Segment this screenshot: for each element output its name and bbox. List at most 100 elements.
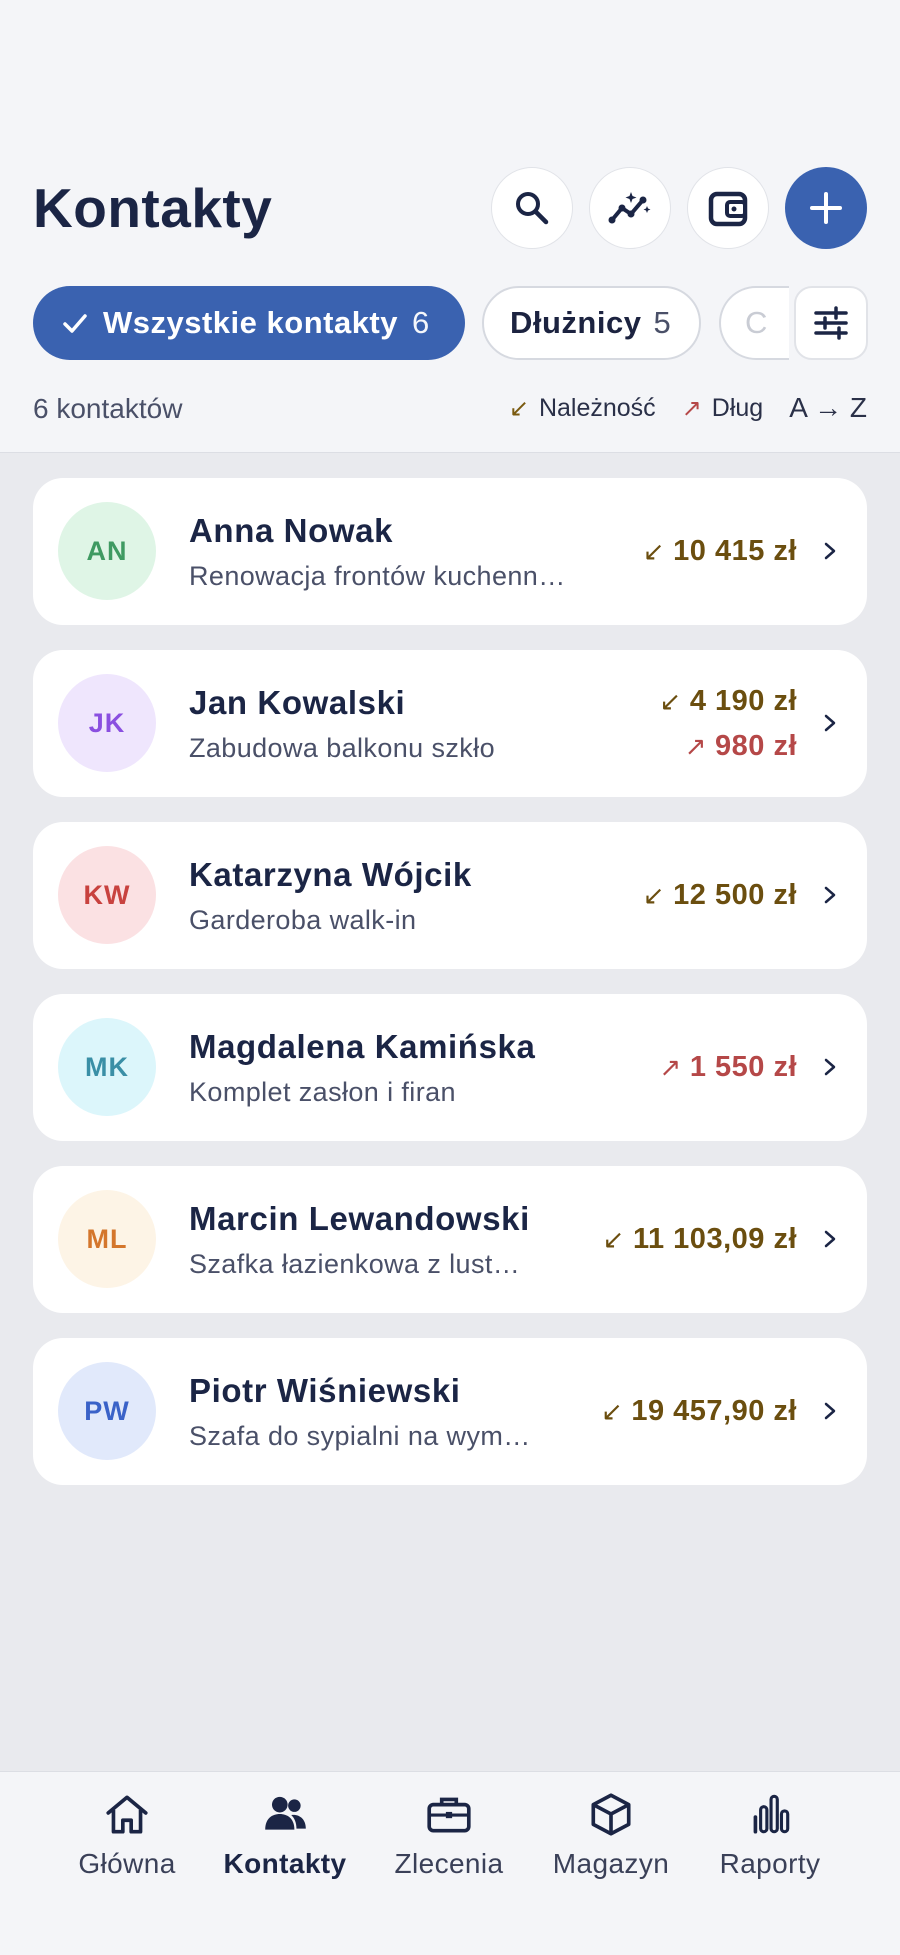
people-icon xyxy=(265,1796,306,1830)
contact-name: Anna Nowak xyxy=(189,512,394,549)
debt-arrow-icon: ↗ xyxy=(684,730,707,761)
contact-card[interactable]: AN Anna Nowak Renowacja frontów kuchenn… ↙ 1… xyxy=(33,478,867,625)
filter-chip-debtors-label: Dłużnicy xyxy=(510,305,642,340)
receivable-arrow-icon: ↙ xyxy=(601,1396,624,1426)
avatar: JK xyxy=(58,674,156,772)
home-icon xyxy=(106,1795,148,1834)
contact-description: Komplet zasłon i firan xyxy=(189,1077,456,1107)
chevron-right-icon xyxy=(824,1402,836,1420)
legend-debt-label: Dług xyxy=(711,393,764,422)
receivable-arrow-icon: ↙ xyxy=(659,685,682,716)
contact-card[interactable]: ML Marcin Lewandowski Szafka łazienkowa z … xyxy=(33,1166,867,1313)
chevron-right-icon xyxy=(824,542,836,560)
amount-value: 980 zł xyxy=(715,729,797,762)
sort-toggle[interactable]: A → Z xyxy=(789,392,867,424)
contact-card[interactable]: JK Jan Kowalski Zabudowa balkonu szkło ↙ 4 1… xyxy=(33,650,867,797)
receivable-amount: ↙ 12 500 zł xyxy=(643,873,797,918)
debt-arrow-icon: ↗ xyxy=(659,1052,682,1082)
amount-value: 19 457,90 zł xyxy=(631,1395,797,1427)
nav-label: Główna xyxy=(78,1848,176,1879)
receivable-arrow-icon: ↙ xyxy=(602,1224,625,1254)
contact-balance: ↙ 10 415 zł xyxy=(643,478,797,625)
briefcase-icon xyxy=(427,1797,471,1833)
chevron-right-icon xyxy=(824,886,836,904)
nav-label: Kontakty xyxy=(223,1848,347,1879)
sliders-icon xyxy=(814,306,848,340)
wallet-icon xyxy=(708,191,748,227)
insights-button[interactable] xyxy=(589,167,671,249)
contact-balance: ↙ 11 103,09 zł xyxy=(603,1166,797,1313)
avatar: PW xyxy=(58,1362,156,1460)
legend-receivable: ↙ Należność xyxy=(509,394,656,423)
nav-item-kontakty[interactable]: Kontakty xyxy=(205,1790,365,1880)
amount-value: 12 500 zł xyxy=(673,879,797,911)
filter-chip-all[interactable]: Wszystkie kontakty 6 xyxy=(33,286,465,360)
bottom-navigation: Główna Kontakty Zlecenia Magazyn Raporty xyxy=(0,1771,900,1955)
contact-name: Magdalena Kamińska xyxy=(189,1028,536,1065)
wallet-button[interactable] xyxy=(687,167,769,249)
check-icon xyxy=(63,314,87,333)
box-icon xyxy=(591,1793,631,1836)
filter-chip-all-count: 6 xyxy=(412,305,430,340)
contact-description: Renowacja frontów kuchenn… xyxy=(189,561,566,591)
plus-icon xyxy=(810,192,842,224)
filter-settings-button[interactable] xyxy=(794,286,868,360)
contacts-count: 6 kontaktów xyxy=(33,393,183,424)
sort-label: A → Z xyxy=(789,392,867,423)
debt-arrow-icon: ↗ xyxy=(681,394,702,422)
receivable-amount: ↙ 19 457,90 zł xyxy=(601,1389,797,1434)
filter-chip-all-label: Wszystkie kontakty xyxy=(103,305,398,340)
contact-name: Jan Kowalski xyxy=(189,684,406,721)
legend-receivable-label: Należność xyxy=(538,393,656,422)
contact-description: Zabudowa balkonu szkło xyxy=(189,733,495,763)
avatar: ML xyxy=(58,1190,156,1288)
receivable-arrow-icon: ↙ xyxy=(642,880,666,910)
contact-list: AN Anna Nowak Renowacja frontów kuchenn… ↙ 1… xyxy=(33,478,867,1510)
contact-card[interactable]: KW Katarzyna Wójcik Garderoba walk-in ↙ 12 5… xyxy=(33,822,867,969)
filter-chip-debtors-count: 5 xyxy=(653,305,671,340)
amount-value: 11 103,09 zł xyxy=(632,1223,797,1255)
receivable-amount: ↙ 11 103,09 zł xyxy=(603,1217,797,1262)
contact-balance: ↙ 19 457,90 zł xyxy=(601,1338,797,1485)
contact-balance: ↙ 12 500 zł xyxy=(643,822,797,969)
nav-label: Magazyn xyxy=(552,1848,670,1879)
filter-chip-partial-label: C xyxy=(745,305,768,340)
avatar: AN xyxy=(58,502,156,600)
search-button[interactable] xyxy=(491,167,573,249)
bar-chart-icon xyxy=(753,1794,790,1834)
contact-balance: ↗ 1 550 zł xyxy=(660,994,797,1141)
amount-value: 10 415 zł xyxy=(673,535,797,567)
contact-balance: ↙ 4 190 zł ↗ 980 zł xyxy=(660,650,797,797)
contact-card[interactable]: MK Magdalena Kamińska Komplet zasłon i fir… xyxy=(33,994,867,1141)
legend-sort-row: ↙ Należność ↗ Dług A → Z xyxy=(509,392,867,424)
trend-sparkle-icon xyxy=(608,192,651,224)
filter-chip-partial[interactable]: C xyxy=(719,286,789,360)
avatar: KW xyxy=(58,846,156,944)
debt-amount: ↗ 1 550 zł xyxy=(660,1045,797,1090)
chevron-right-icon xyxy=(824,1230,836,1248)
contact-description: Szafa do sypialni na wym… xyxy=(189,1421,531,1451)
contact-name: Katarzyna Wójcik xyxy=(189,856,472,893)
receivable-arrow-icon: ↙ xyxy=(642,536,666,566)
filter-chip-debtors[interactable]: Dłużnicy 5 xyxy=(482,286,701,360)
nav-label: Zlecenia xyxy=(394,1848,504,1879)
receivable-amount: ↙ 10 415 zł xyxy=(643,529,797,574)
nav-label: Raporty xyxy=(719,1848,821,1879)
search-icon xyxy=(516,192,549,225)
contact-card[interactable]: PW Piotr Wiśniewski Szafa do sypialni na w… xyxy=(33,1338,867,1485)
chevron-right-icon xyxy=(824,714,836,732)
contact-description: Szafka łazienkowa z lust… xyxy=(189,1249,521,1279)
page-title: Kontakty xyxy=(33,177,273,239)
nav-item-magazyn[interactable]: Magazyn xyxy=(531,1790,691,1880)
avatar: MK xyxy=(58,1018,156,1116)
nav-item-zlecenia[interactable]: Zlecenia xyxy=(369,1790,529,1880)
amount-value: 4 190 zł xyxy=(689,684,797,717)
nav-item-główna[interactable]: Główna xyxy=(47,1790,207,1880)
add-contact-button[interactable] xyxy=(785,167,867,249)
legend-debt: ↗ Dług xyxy=(682,394,764,423)
receivable-arrow-icon: ↙ xyxy=(508,394,529,422)
nav-item-raporty[interactable]: Raporty xyxy=(690,1790,850,1880)
contact-name: Piotr Wiśniewski xyxy=(189,1372,461,1409)
chevron-right-icon xyxy=(824,1058,836,1076)
debt-amount: ↗ 980 zł xyxy=(685,724,797,769)
